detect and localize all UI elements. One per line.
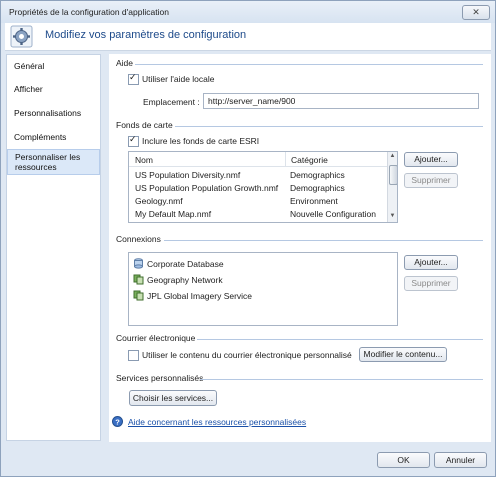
- list-item[interactable]: Geography Network: [129, 274, 397, 287]
- section-title-help: Aide: [116, 58, 134, 68]
- scroll-thumb[interactable]: [389, 165, 397, 185]
- section-divider: [175, 126, 483, 127]
- basemaps-scrollbar[interactable]: ▲ ▼: [387, 152, 397, 222]
- table-row[interactable]: Geology.nmf Environment: [129, 195, 387, 207]
- section-title-email: Courrier électronique: [116, 333, 196, 343]
- include-esri-basemaps-label: Inclure les fonds de carte ESRI: [142, 136, 260, 146]
- basemap-category: Demographics: [290, 183, 345, 193]
- basemap-name: My Default Map.nmf: [135, 209, 212, 219]
- basemap-name: US Population Population Growth.nmf: [135, 183, 279, 193]
- use-local-help-checkbox[interactable]: [128, 72, 139, 85]
- custom-email-label: Utiliser le contenu du courrier électron…: [142, 350, 352, 360]
- close-button[interactable]: ✕: [462, 5, 490, 20]
- scroll-down-icon[interactable]: ▼: [388, 212, 397, 221]
- modify-email-content-button[interactable]: Modifier le contenu...: [359, 347, 447, 362]
- include-esri-basemaps-checkbox[interactable]: [128, 134, 139, 147]
- section-title-services: Services personnalisés: [116, 373, 204, 383]
- map-service-icon: [133, 290, 144, 301]
- dialog-window: Propriétés de la configuration d'applica…: [0, 0, 496, 477]
- location-label: Emplacement :: [143, 97, 200, 107]
- settings-nav: Général Afficher Personnalisations Compl…: [6, 54, 101, 441]
- basemap-name: US Population Diversity.nmf: [135, 170, 241, 180]
- section-divider: [164, 240, 483, 241]
- section-divider: [200, 379, 483, 380]
- section-divider: [197, 339, 483, 340]
- table-header: Nom Catégorie: [129, 152, 387, 167]
- table-row[interactable]: US Population Diversity.nmf Demographics: [129, 169, 387, 181]
- help-icon: ?: [112, 416, 123, 427]
- add-connection-button[interactable]: Ajouter...: [404, 255, 458, 270]
- database-icon: [134, 258, 143, 269]
- basemap-category: Nouvelle Configuration: [290, 209, 376, 219]
- section-title-connections: Connexions: [116, 234, 161, 244]
- window-title: Propriétés de la configuration d'applica…: [9, 7, 169, 17]
- cancel-button[interactable]: Annuler: [434, 452, 487, 468]
- table-row[interactable]: My Default Map.nmf Nouvelle Configuratio…: [129, 208, 387, 220]
- location-input[interactable]: http://server_name/900: [203, 93, 479, 109]
- nav-item-addins[interactable]: Compléments: [7, 130, 100, 144]
- custom-email-checkbox[interactable]: [128, 350, 139, 361]
- connection-label: Corporate Database: [147, 259, 224, 269]
- column-divider: [285, 152, 286, 166]
- remove-connection-button[interactable]: Supprimer: [404, 276, 458, 291]
- nav-item-label: Personnaliser les ressources: [15, 152, 81, 172]
- connection-label: JPL Global Imagery Service: [147, 291, 253, 301]
- section-divider: [135, 64, 483, 65]
- use-local-help-label: Utiliser l'aide locale: [142, 74, 215, 84]
- list-item[interactable]: Corporate Database: [129, 258, 397, 271]
- title-bar: Propriétés de la configuration d'applica…: [1, 1, 495, 23]
- basemap-name: Geology.nmf: [135, 196, 183, 206]
- nav-item-general[interactable]: Général: [7, 59, 100, 73]
- connection-label: Geography Network: [147, 275, 223, 285]
- table-row[interactable]: US Population Population Growth.nmf Demo…: [129, 182, 387, 194]
- nav-item-customizations[interactable]: Personnalisations: [7, 106, 100, 120]
- add-basemap-button[interactable]: Ajouter...: [404, 152, 458, 167]
- nav-item-label: Personnalisations: [14, 108, 82, 118]
- ok-button[interactable]: OK: [377, 452, 430, 468]
- svg-text:?: ?: [115, 417, 120, 426]
- basemap-category: Environment: [290, 196, 338, 206]
- close-icon: ✕: [472, 7, 480, 17]
- column-header-name[interactable]: Nom: [135, 155, 153, 165]
- nav-item-customize-resources[interactable]: Personnaliser les ressources: [7, 149, 100, 175]
- list-item[interactable]: JPL Global Imagery Service: [129, 290, 397, 303]
- nav-item-label: Général: [14, 61, 45, 71]
- nav-item-label: Afficher: [14, 84, 43, 94]
- basemap-category: Demographics: [290, 170, 345, 180]
- resources-panel: Aide Utiliser l'aide locale Emplacement …: [109, 54, 491, 442]
- nav-item-display[interactable]: Afficher: [7, 82, 100, 96]
- section-title-basemaps: Fonds de carte: [116, 120, 173, 130]
- choose-services-button[interactable]: Choisir les services...: [129, 390, 217, 406]
- map-service-icon: [133, 274, 144, 285]
- dialog-header: Modifiez vos paramètres de configuration: [5, 23, 491, 51]
- column-header-category[interactable]: Catégorie: [291, 155, 328, 165]
- connections-list: Corporate Database Geography Network JPL…: [128, 252, 398, 326]
- scroll-up-icon[interactable]: ▲: [388, 152, 397, 161]
- nav-item-label: Compléments: [14, 132, 67, 142]
- settings-gear-icon: [10, 25, 33, 48]
- basemaps-table: Nom Catégorie US Population Diversity.nm…: [128, 151, 398, 223]
- remove-basemap-button[interactable]: Supprimer: [404, 173, 458, 188]
- page-title: Modifiez vos paramètres de configuration: [45, 29, 247, 41]
- help-custom-resources-link[interactable]: Aide concernant les ressources personnal…: [128, 417, 306, 427]
